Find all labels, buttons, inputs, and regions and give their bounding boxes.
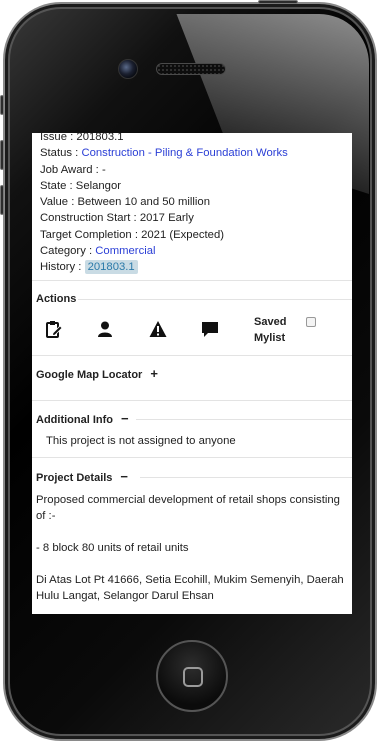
category-link[interactable]: Commercial (95, 245, 155, 257)
job-award-row: Job Award : - (40, 163, 106, 176)
saved-mylist-checkbox[interactable] (306, 316, 316, 327)
history-label: History : (40, 261, 85, 274)
front-camera (118, 59, 138, 79)
actions-title: Actions (36, 292, 77, 305)
expand-icon[interactable]: + (150, 366, 158, 381)
divider (32, 354, 352, 356)
project-details-rule (140, 476, 352, 478)
divider (32, 399, 352, 401)
user-icon[interactable] (96, 320, 114, 338)
category-label: Category : (40, 245, 96, 258)
collapse-icon[interactable]: − (120, 469, 128, 484)
home-button[interactable] (156, 640, 228, 712)
saved-label: Saved (254, 315, 287, 328)
project-location: Di Atas Lot Pt 41666, Setia Ecohill, Muk… (36, 573, 344, 602)
warning-icon[interactable] (149, 320, 167, 338)
actions-header: Actions (32, 290, 352, 308)
project-description: Proposed commercial development of retai… (36, 493, 340, 522)
actions-rule (78, 298, 352, 300)
additional-info-header[interactable]: Additional Info − (32, 410, 352, 428)
volume-up-button (0, 140, 4, 170)
state-row: State : Selangor (40, 179, 122, 192)
power-button (258, 0, 298, 4)
divider (32, 456, 352, 458)
status-row: Status : Construction - Piling & Foundat… (40, 145, 352, 161)
construction-start-row: Construction Start : 2017 Early (40, 212, 194, 225)
home-square-icon (183, 667, 203, 687)
history-row: History : 201803.1 (40, 259, 352, 275)
mute-switch (0, 95, 4, 115)
saved-mylist-label: Saved Mylist (254, 314, 286, 346)
divider (32, 279, 352, 281)
mylist-label: Mylist (254, 331, 286, 344)
project-details-title: Project Details (36, 471, 113, 484)
issue-row: Issue : 201803.1 (40, 133, 124, 143)
additional-info-rule (136, 418, 352, 420)
project-summary: Issue : 201803.1 Status : Construction -… (32, 133, 352, 276)
clipboard-edit-icon[interactable] (45, 320, 63, 338)
project-details-header[interactable]: Project Details − (32, 468, 352, 486)
target-completion-row: Target Completion : 2021 (Expected) (40, 228, 224, 241)
project-scope: - 8 block 80 units of retail units (36, 541, 189, 554)
collapse-icon[interactable]: − (121, 411, 129, 426)
value-row: Value : Between 10 and 50 million (40, 196, 210, 209)
volume-down-button (0, 185, 4, 215)
status-label: Status : (40, 147, 82, 160)
google-map-header[interactable]: Google Map Locator + (32, 365, 352, 383)
screen: Issue : 201803.1 Status : Construction -… (32, 133, 352, 614)
google-map-title: Google Map Locator (36, 368, 143, 381)
history-badge[interactable]: 201803.1 (84, 260, 138, 275)
category-row: Category : Commercial (40, 243, 352, 259)
actions-bar: Saved Mylist (32, 308, 352, 352)
additional-info-title: Additional Info (36, 413, 113, 426)
earpiece-speaker (156, 63, 226, 75)
status-link[interactable]: Construction - Piling & Foundation Works (81, 147, 287, 159)
comment-icon[interactable] (201, 320, 219, 338)
assignment-status-text: This project is not assigned to anyone (46, 434, 236, 447)
